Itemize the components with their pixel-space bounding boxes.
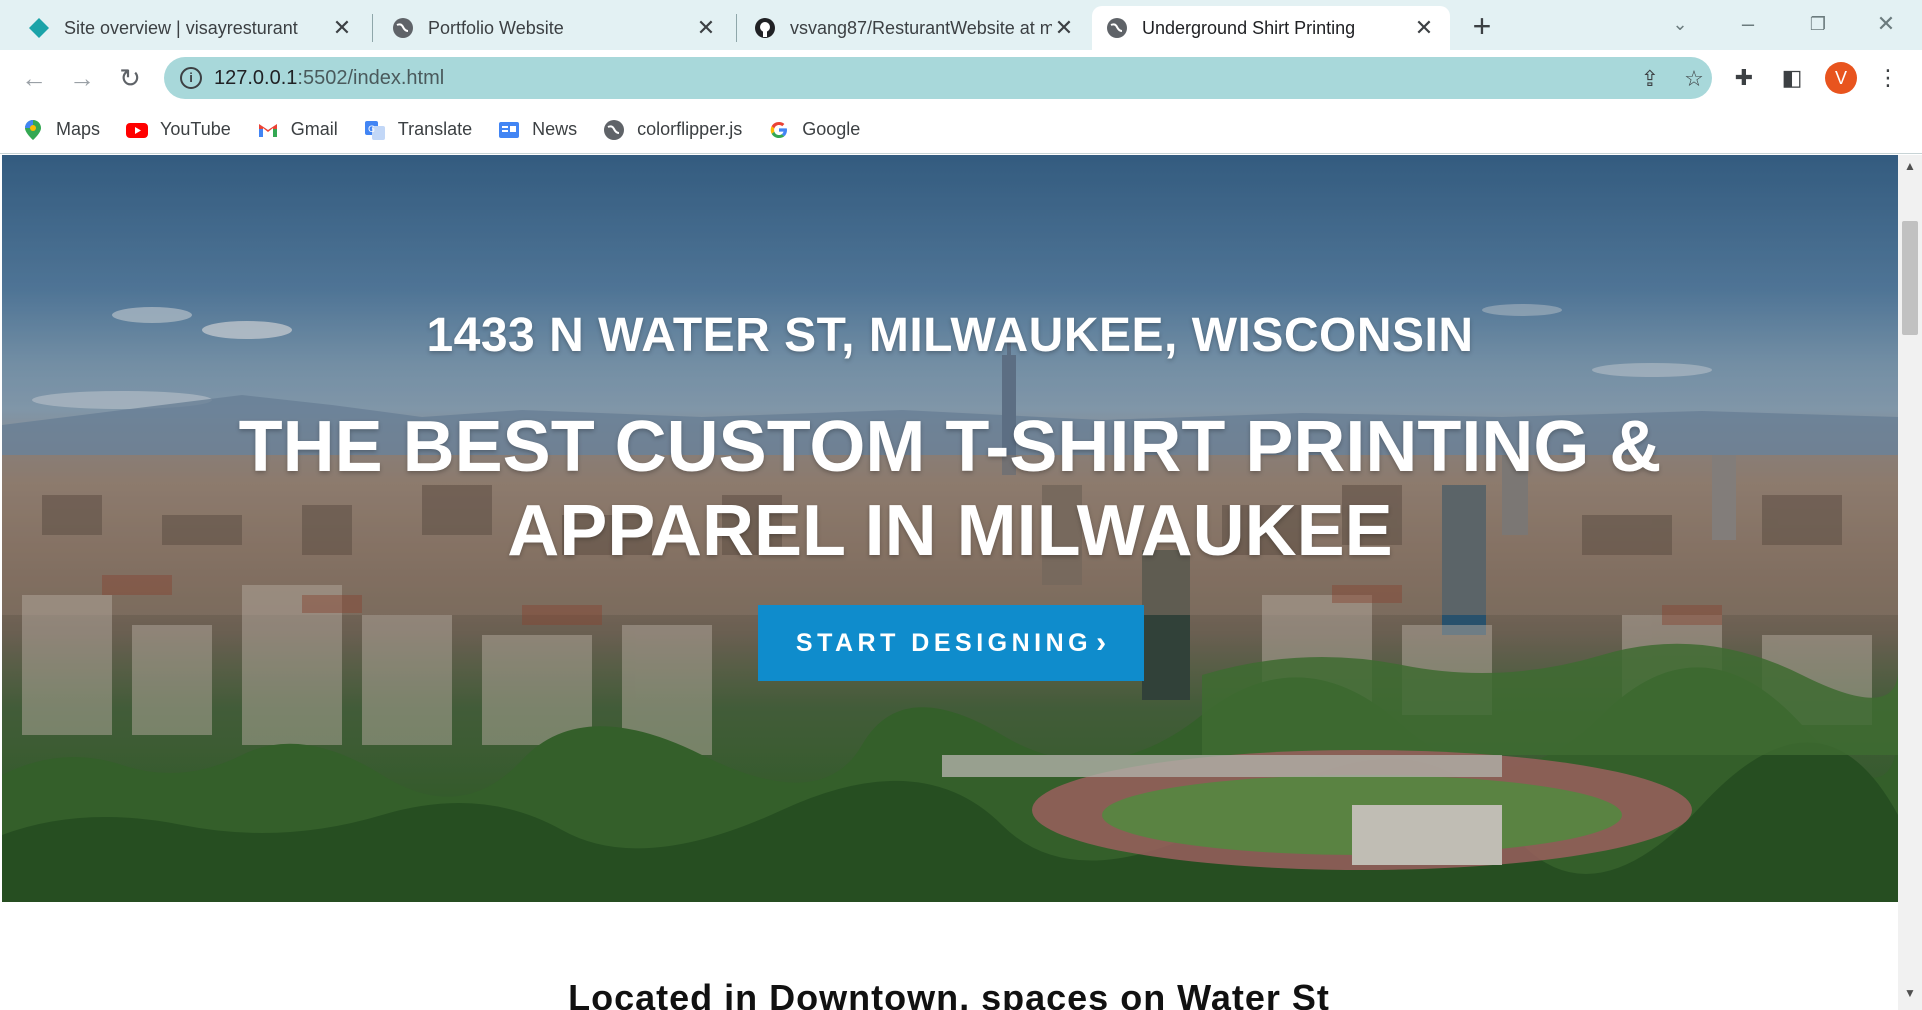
start-designing-button[interactable]: START DESIGNING › bbox=[758, 605, 1144, 681]
bookmark-label: colorflipper.js bbox=[637, 119, 743, 139]
close-tab-icon[interactable]: ✕ bbox=[330, 15, 354, 41]
tab-title: vsvang87/ResturantWebsite at m bbox=[790, 17, 1052, 38]
close-tab-icon[interactable]: ✕ bbox=[1052, 15, 1076, 41]
tab-underground-shirt-printing[interactable]: Underground Shirt Printing ✕ bbox=[1092, 6, 1450, 50]
globe-icon bbox=[604, 119, 625, 140]
page-scrollbar[interactable]: ▲ ▼ bbox=[1898, 155, 1922, 1010]
close-tab-icon[interactable]: ✕ bbox=[1412, 15, 1436, 41]
tab-site-overview[interactable]: Site overview | visayresturant ✕ bbox=[14, 6, 368, 50]
tab-search-chevron-icon[interactable]: ⌄ bbox=[1650, 6, 1710, 42]
globe-icon bbox=[1107, 18, 1127, 38]
new-tab-button[interactable]: + bbox=[1466, 10, 1498, 42]
browser-toolbar: ← → ↻ i 127.0.0.1:5502/index.html ⇪ ☆ ✚ … bbox=[0, 50, 1922, 106]
hero-headline: THE BEST CUSTOM T-SHIRT PRINTING & APPAR… bbox=[2, 405, 1898, 573]
scrollbar-thumb[interactable] bbox=[1902, 221, 1918, 335]
translate-icon: G bbox=[364, 120, 385, 140]
chevron-right-icon: › bbox=[1096, 626, 1107, 659]
bookmark-maps[interactable]: Maps bbox=[22, 119, 100, 141]
location-heading: Located in Downtown, spaces on Water St bbox=[568, 977, 1330, 1010]
hero-address: 1433 N WATER ST, MILWAUKEE, WISCONSIN bbox=[426, 309, 1474, 362]
bookmark-label: YouTube bbox=[160, 119, 231, 139]
bookmark-label: Google bbox=[802, 119, 861, 139]
close-window-icon[interactable]: ✕ bbox=[1856, 6, 1916, 42]
bookmark-label: News bbox=[532, 119, 578, 139]
url-host: 127.0.0.1 bbox=[214, 66, 298, 89]
bookmark-translate[interactable]: G Translate bbox=[364, 119, 472, 141]
hero-headline-line2: APPAREL IN MILWAUKEE bbox=[507, 491, 1393, 571]
back-arrow-icon[interactable]: ← bbox=[16, 60, 52, 96]
maps-pin-icon bbox=[25, 119, 41, 140]
url-path: :5502/index.html bbox=[297, 66, 445, 89]
tab-separator bbox=[736, 14, 737, 42]
close-tab-icon[interactable]: ✕ bbox=[694, 15, 718, 41]
tab-separator bbox=[372, 14, 373, 42]
tab-portfolio-website[interactable]: Portfolio Website ✕ bbox=[378, 6, 732, 50]
bookmark-star-icon[interactable]: ☆ bbox=[1680, 65, 1708, 93]
globe-icon bbox=[393, 18, 413, 38]
netlify-diamond-icon bbox=[29, 18, 49, 38]
site-info-icon[interactable]: i bbox=[180, 67, 202, 89]
tab-title: Portfolio Website bbox=[428, 17, 564, 38]
bookmark-gmail[interactable]: Gmail bbox=[257, 119, 338, 141]
scroll-down-arrow-icon[interactable]: ▼ bbox=[1898, 986, 1922, 1006]
bookmarks-bar: Maps YouTube Gmail G Translate News colo… bbox=[0, 106, 1922, 154]
minimize-icon[interactable]: – bbox=[1718, 6, 1778, 42]
hero-banner: 1433 N WATER ST, MILWAUKEE, WISCONSIN TH… bbox=[2, 155, 1898, 902]
gmail-icon bbox=[258, 123, 277, 137]
bookmark-label: Translate bbox=[397, 119, 473, 139]
scroll-up-arrow-icon[interactable]: ▲ bbox=[1898, 159, 1922, 179]
bookmark-youtube[interactable]: YouTube bbox=[126, 119, 231, 141]
share-icon[interactable]: ⇪ bbox=[1636, 65, 1664, 93]
youtube-icon bbox=[126, 122, 149, 138]
tab-title: Site overview | visayresturant bbox=[64, 17, 298, 38]
url-text[interactable]: 127.0.0.1:5502/index.html bbox=[214, 67, 444, 90]
bookmark-label: Maps bbox=[56, 119, 101, 139]
menu-kebab-icon[interactable]: ⋮ bbox=[1872, 62, 1904, 94]
address-bar[interactable]: i 127.0.0.1:5502/index.html ⇪ ☆ bbox=[164, 57, 1712, 99]
tab-strip: Site overview | visayresturant ✕ Portfol… bbox=[0, 0, 1922, 50]
forward-arrow-icon[interactable]: → bbox=[64, 60, 100, 96]
reload-icon[interactable]: ↻ bbox=[112, 60, 148, 96]
svg-text:G: G bbox=[368, 125, 375, 135]
news-icon bbox=[499, 121, 520, 138]
tab-title: Underground Shirt Printing bbox=[1142, 17, 1356, 38]
bookmark-news[interactable]: News bbox=[498, 119, 577, 141]
restore-icon[interactable]: ❐ bbox=[1788, 6, 1848, 42]
cta-label: START DESIGNING bbox=[795, 628, 1093, 657]
profile-avatar[interactable]: V bbox=[1825, 62, 1857, 94]
bookmark-label: Gmail bbox=[290, 119, 338, 139]
page-viewport: 1433 N WATER ST, MILWAUKEE, WISCONSIN TH… bbox=[0, 155, 1898, 1010]
extensions-puzzle-icon[interactable]: ✚ bbox=[1728, 62, 1760, 94]
google-icon bbox=[770, 121, 788, 138]
hero-headline-line1: THE BEST CUSTOM T-SHIRT PRINTING & bbox=[238, 407, 1662, 487]
side-panel-icon[interactable]: ◧ bbox=[1776, 62, 1808, 94]
bookmark-google[interactable]: Google bbox=[768, 119, 860, 141]
bookmark-colorflipper[interactable]: colorflipper.js bbox=[603, 119, 742, 141]
github-icon bbox=[755, 18, 775, 38]
tab-github-repo[interactable]: vsvang87/ResturantWebsite at m ✕ bbox=[740, 6, 1090, 50]
